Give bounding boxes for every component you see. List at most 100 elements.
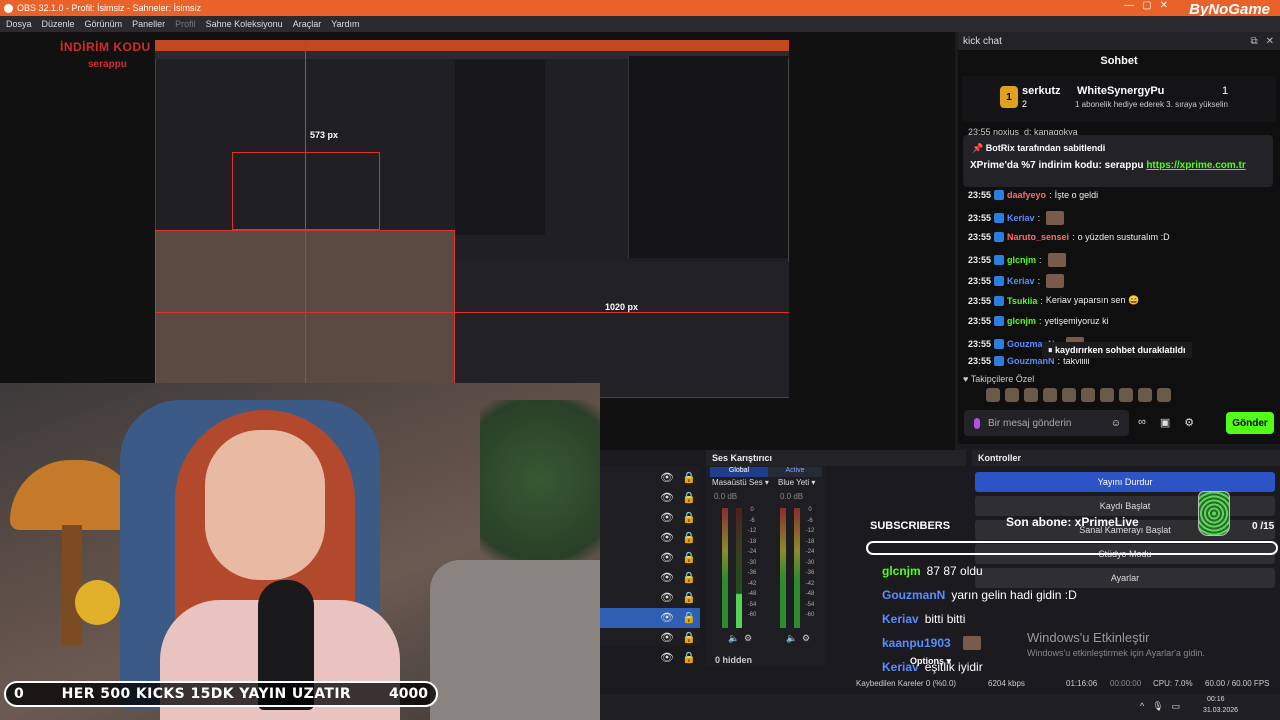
emote-icon [1046,274,1065,288]
emote-icon[interactable] [986,388,1000,402]
scale-tick-label: -60 [747,612,757,618]
gifter-first-name[interactable]: serkutz [1022,85,1061,97]
gifter-second-name[interactable]: WhiteSynergyPu [1077,85,1164,97]
settings-button[interactable]: Ayarlar [975,568,1275,588]
eye-icon[interactable]: 👁 [660,611,674,624]
emote-icon[interactable] [1043,388,1057,402]
window-controls: — ▢ ✕ [1124,0,1168,11]
tab-active[interactable]: Active [768,467,822,477]
lock-icon[interactable]: 🔒 [682,591,696,604]
emote-bar[interactable] [986,388,1171,402]
emoji-icon[interactable]: ☺ [1111,418,1121,429]
network-icon[interactable]: ▭ [1172,701,1181,712]
eye-icon[interactable]: 👁 [660,591,674,604]
chat-paused-notice[interactable]: ⏸ kaydırırken sohbet duraklatıldı [1042,342,1192,358]
emote-icon[interactable] [1100,388,1114,402]
pinned-link[interactable]: https://xprime.com.tr [1146,160,1245,171]
message-user[interactable]: Keriav [1007,213,1035,223]
maximize-button[interactable]: ▢ [1142,0,1151,11]
close-button[interactable]: ✕ [1160,0,1168,11]
link-icon[interactable]: ∞ [1138,416,1146,429]
menu-gorunum[interactable]: Görünüm [85,19,123,29]
mixer-settings-icon[interactable]: ⚙ [802,633,810,644]
menu-araclar[interactable]: Araçlar [293,19,322,29]
message-user[interactable]: Keriav [1007,276,1035,286]
lock-icon[interactable]: 🔒 [682,531,696,544]
gear-icon[interactable]: ⚙ [1184,416,1194,429]
float-icon[interactable]: ⧉ [1250,36,1257,47]
minimize-button[interactable]: — [1124,0,1134,11]
send-button[interactable]: Gönder [1226,412,1274,434]
lock-icon[interactable]: 🔒 [682,491,696,504]
message-user[interactable]: glcnjm [1007,316,1036,326]
eye-icon[interactable]: 👁 [660,531,674,544]
tab-global[interactable]: Global [710,467,768,477]
source-item-controls: 👁 🔒 [660,631,696,644]
menu-bar: Dosya Düzenle Görünüm Paneller Profil Sa… [0,16,1280,32]
stop-stream-button[interactable]: Yayını Durdur [975,472,1275,492]
lock-icon[interactable]: 🔒 [682,551,696,564]
clock-time[interactable]: 00:16 [1207,696,1225,703]
menu-paneller[interactable]: Paneller [132,19,165,29]
menu-yardim[interactable]: Yardım [331,19,359,29]
menu-profil[interactable]: Profil [175,19,196,29]
emote-icon[interactable] [1005,388,1019,402]
emote-icon[interactable] [1062,388,1076,402]
menu-dosya[interactable]: Dosya [6,19,32,29]
close-icon[interactable]: ✕ [1266,36,1274,47]
lock-icon[interactable]: 🔒 [682,511,696,524]
chevron-up-icon[interactable]: ^ [1140,701,1144,712]
lock-icon[interactable]: 🔒 [682,571,696,584]
emote-icon[interactable] [1024,388,1038,402]
emote-icon[interactable] [1119,388,1133,402]
store-icon[interactable]: ▣ [1160,416,1170,429]
scale-tick-label: -30 [747,559,757,566]
mixer-channel-desktop[interactable]: Masaüstü Ses ▾ [712,478,769,487]
start-recording-button[interactable]: Kaydı Başlat [975,496,1275,516]
lock-icon[interactable]: 🔒 [682,651,696,664]
source-item-controls: 👁 🔒 [660,491,696,504]
mic-icon[interactable] [974,417,980,429]
duck-figure [75,580,120,625]
emote-icon[interactable] [1081,388,1095,402]
message-time: 23:55 [968,190,992,200]
speaker-icon[interactable]: 🔈 [728,633,739,644]
speaker-icon[interactable]: 🔈 [786,633,797,644]
eye-icon[interactable]: 👁 [660,651,674,664]
eye-icon[interactable]: 👁 [660,511,674,524]
volume-slider-mic[interactable] [780,508,786,628]
lock-icon[interactable]: 🔒 [682,611,696,624]
eye-icon[interactable]: 👁 [660,631,674,644]
overlay-chat-message: GouzmanN yarın gelin hadi gidin :D [882,588,1077,602]
message-user[interactable]: Naruto_sensei [1007,232,1069,242]
kicks-text: HER 500 KICKS 15DK YAYIN UZATIR [61,686,352,702]
emote-icon[interactable] [1138,388,1152,402]
message-user[interactable]: glcnjm [1007,255,1036,265]
source-item-controls: 👁 🔒 [660,611,696,624]
mixer-channel-mic[interactable]: Blue Yeti ▾ [778,478,815,487]
guide-line-horizontal [155,312,789,313]
volume-slider-desktop[interactable] [722,508,728,628]
kicks-goal-bar: 0 HER 500 KICKS 15DK YAYIN UZATIR 4000 [4,681,438,707]
eye-icon[interactable]: 👁 [660,491,674,504]
eye-icon[interactable]: 👁 [660,571,674,584]
source-item-controls: 👁 🔒 [660,591,696,604]
emote-icon[interactable] [1157,388,1171,402]
menu-sahne-koleksiyonu[interactable]: Sahne Koleksiyonu [206,19,283,29]
message-user[interactable]: Tsukiia [1007,296,1037,306]
lock-icon[interactable]: 🔒 [682,631,696,644]
scale-tick-label: -30 [805,559,815,566]
mic-tray-icon[interactable]: 🎙 [1152,701,1163,712]
mixer-scale: 0 -6 -12 -18 -24 -30 -36 -42 -48 -54 -60 [744,505,760,621]
options-button[interactable]: Options ▾ [910,656,951,667]
lock-icon[interactable]: 🔒 [682,471,696,484]
menu-duzenle[interactable]: Düzenle [42,19,75,29]
mixer-settings-icon[interactable]: ⚙ [744,633,752,644]
cpu-usage: CPU: 7.0% [1153,679,1193,688]
window-title: OBS 32.1.0 - Profil: İsimsiz - Sahneler:… [17,3,202,13]
eye-icon[interactable]: 👁 [660,551,674,564]
clock-date[interactable]: 31.03.2026 [1203,707,1238,714]
eye-icon[interactable]: 👁 [660,471,674,484]
chat-input[interactable]: Bir mesaj gönderin ☺ [964,410,1129,436]
message-user[interactable]: daafyeyo [1007,190,1046,200]
